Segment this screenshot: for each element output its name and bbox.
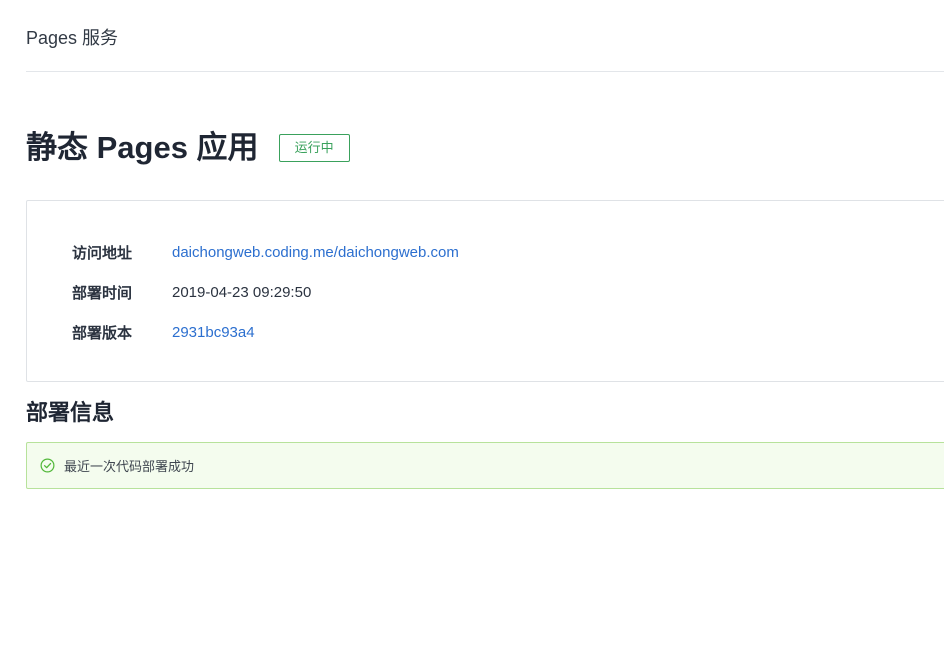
deploy-version-label: 部署版本 (72, 324, 133, 342)
deploy-info-title: 部署信息 (26, 400, 115, 425)
info-row-url: 访问地址 daichongweb.coding.me/daichongweb.c… (72, 241, 459, 263)
app-info-card: 访问地址 daichongweb.coding.me/daichongweb.c… (26, 200, 944, 382)
title-row: 静态 Pages 应用 运行中 (26, 128, 350, 168)
page-title: 静态 Pages 应用 (26, 130, 259, 165)
breadcrumb[interactable]: Pages 服务 (26, 26, 118, 50)
deploy-time-label: 部署时间 (72, 284, 133, 302)
info-row-time: 部署时间 2019-04-23 09:29:50 (72, 281, 311, 303)
alert-message: 最近一次代码部署成功 (64, 459, 195, 474)
deploy-time-value: 2019-04-23 09:29:50 (172, 283, 312, 301)
info-row-version: 部署版本 2931bc93a4 (72, 321, 255, 343)
deploy-version-link[interactable]: 2931bc93a4 (172, 324, 255, 341)
check-circle-icon (40, 458, 55, 473)
access-url-link[interactable]: daichongweb.coding.me/daichongweb.com (172, 244, 459, 261)
deploy-success-alert: 最近一次代码部署成功 (26, 442, 944, 489)
pages-service-page: Pages 服务 静态 Pages 应用 运行中 访问地址 daichongwe… (0, 0, 944, 663)
header-divider (26, 71, 944, 72)
access-url-label: 访问地址 (72, 244, 133, 262)
status-badge: 运行中 (278, 134, 350, 162)
